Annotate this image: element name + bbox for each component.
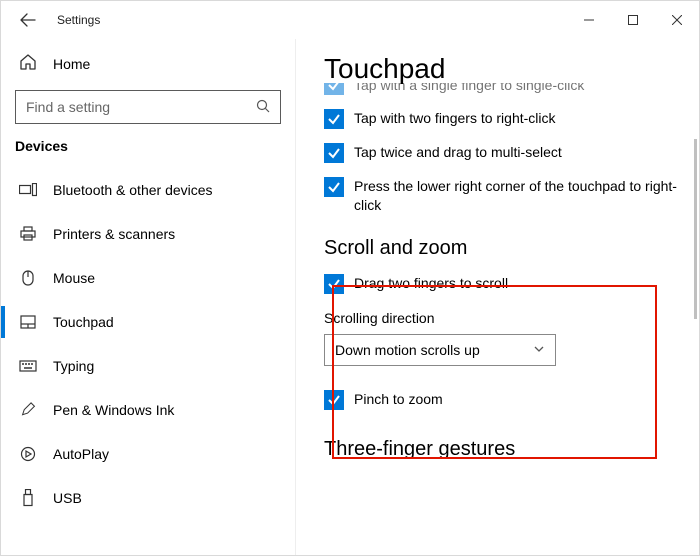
section-heading-scroll-zoom: Scroll and zoom xyxy=(324,237,683,260)
nav-list: Bluetooth & other devices Printers & sca… xyxy=(1,168,295,520)
section-heading-three-finger: Three-finger gestures xyxy=(324,438,683,461)
search-placeholder: Find a setting xyxy=(26,99,256,115)
mouse-icon xyxy=(19,269,37,287)
content-pane: Touchpad Tap with a single finger to sin… xyxy=(296,39,699,556)
sidebar-item-label: Touchpad xyxy=(53,314,114,330)
usb-icon xyxy=(19,489,37,507)
sidebar-item-pen[interactable]: Pen & Windows Ink xyxy=(1,388,295,432)
touchpad-icon xyxy=(19,313,37,331)
autoplay-icon xyxy=(19,445,37,463)
page-title: Touchpad xyxy=(324,53,683,85)
scrollbar[interactable] xyxy=(694,59,697,517)
sidebar-item-bluetooth[interactable]: Bluetooth & other devices xyxy=(1,168,295,212)
sidebar-item-autoplay[interactable]: AutoPlay xyxy=(1,432,295,476)
sidebar-home[interactable]: Home xyxy=(1,43,295,86)
checkbox-label: Tap with a single finger to single-click xyxy=(354,83,584,95)
sidebar: Home Find a setting Devices Bluetooth & … xyxy=(1,39,296,556)
sidebar-item-usb[interactable]: USB xyxy=(1,476,295,520)
checkbox[interactable] xyxy=(324,83,344,95)
settings-window: Settings Home Find a setting xyxy=(0,0,700,556)
checkbox-label: Tap twice and drag to multi-select xyxy=(354,143,562,162)
checkbox-label: Tap with two fingers to right-click xyxy=(354,109,556,128)
category-header: Devices xyxy=(1,138,295,168)
checkbox[interactable] xyxy=(324,109,344,129)
dropdown-value: Down motion scrolls up xyxy=(335,342,533,358)
sidebar-item-label: USB xyxy=(53,490,82,506)
title-bar: Settings xyxy=(1,1,699,39)
printer-icon xyxy=(19,225,37,243)
sidebar-item-label: Bluetooth & other devices xyxy=(53,182,213,198)
checkbox-row: Press the lower right corner of the touc… xyxy=(324,177,679,215)
sidebar-item-label: Mouse xyxy=(53,270,95,286)
sidebar-item-label: AutoPlay xyxy=(53,446,109,462)
sidebar-item-touchpad[interactable]: Touchpad xyxy=(1,300,295,344)
back-button[interactable] xyxy=(13,5,43,35)
home-label: Home xyxy=(53,56,90,72)
checkbox-row: Pinch to zoom xyxy=(324,390,679,410)
home-icon xyxy=(19,53,37,74)
checkbox-row-clipped: Tap with a single finger to single-click xyxy=(324,83,679,95)
search-icon xyxy=(256,99,270,116)
checkbox-row: Tap with two fingers to right-click xyxy=(324,109,679,129)
sidebar-item-label: Typing xyxy=(53,358,94,374)
minimize-button[interactable] xyxy=(567,5,611,35)
checkbox[interactable] xyxy=(324,143,344,163)
scroll-direction-dropdown[interactable]: Down motion scrolls up xyxy=(324,334,556,366)
chevron-down-icon xyxy=(533,342,545,358)
checkbox-label: Press the lower right corner of the touc… xyxy=(354,177,679,215)
sidebar-item-printers[interactable]: Printers & scanners xyxy=(1,212,295,256)
scroll-direction-label: Scrolling direction xyxy=(324,310,683,326)
sidebar-item-typing[interactable]: Typing xyxy=(1,344,295,388)
scroll-thumb[interactable] xyxy=(694,139,697,319)
checkbox[interactable] xyxy=(324,274,344,294)
checkbox[interactable] xyxy=(324,177,344,197)
back-arrow-icon xyxy=(20,12,36,28)
window-controls xyxy=(567,5,699,35)
checkbox-row: Tap twice and drag to multi-select xyxy=(324,143,679,163)
checkbox-label: Drag two fingers to scroll xyxy=(354,274,508,293)
checkbox-row: Drag two fingers to scroll xyxy=(324,274,679,294)
devices-icon xyxy=(19,181,37,199)
search-input[interactable]: Find a setting xyxy=(15,90,281,124)
sidebar-item-label: Printers & scanners xyxy=(53,226,175,242)
settings-list: Tap with a single finger to single-click… xyxy=(324,83,683,461)
window-title: Settings xyxy=(57,13,100,27)
sidebar-item-label: Pen & Windows Ink xyxy=(53,402,174,418)
pen-icon xyxy=(19,401,37,419)
sidebar-item-mouse[interactable]: Mouse xyxy=(1,256,295,300)
checkbox-label: Pinch to zoom xyxy=(354,390,443,409)
checkbox[interactable] xyxy=(324,390,344,410)
maximize-button[interactable] xyxy=(611,5,655,35)
close-button[interactable] xyxy=(655,5,699,35)
keyboard-icon xyxy=(19,357,37,375)
